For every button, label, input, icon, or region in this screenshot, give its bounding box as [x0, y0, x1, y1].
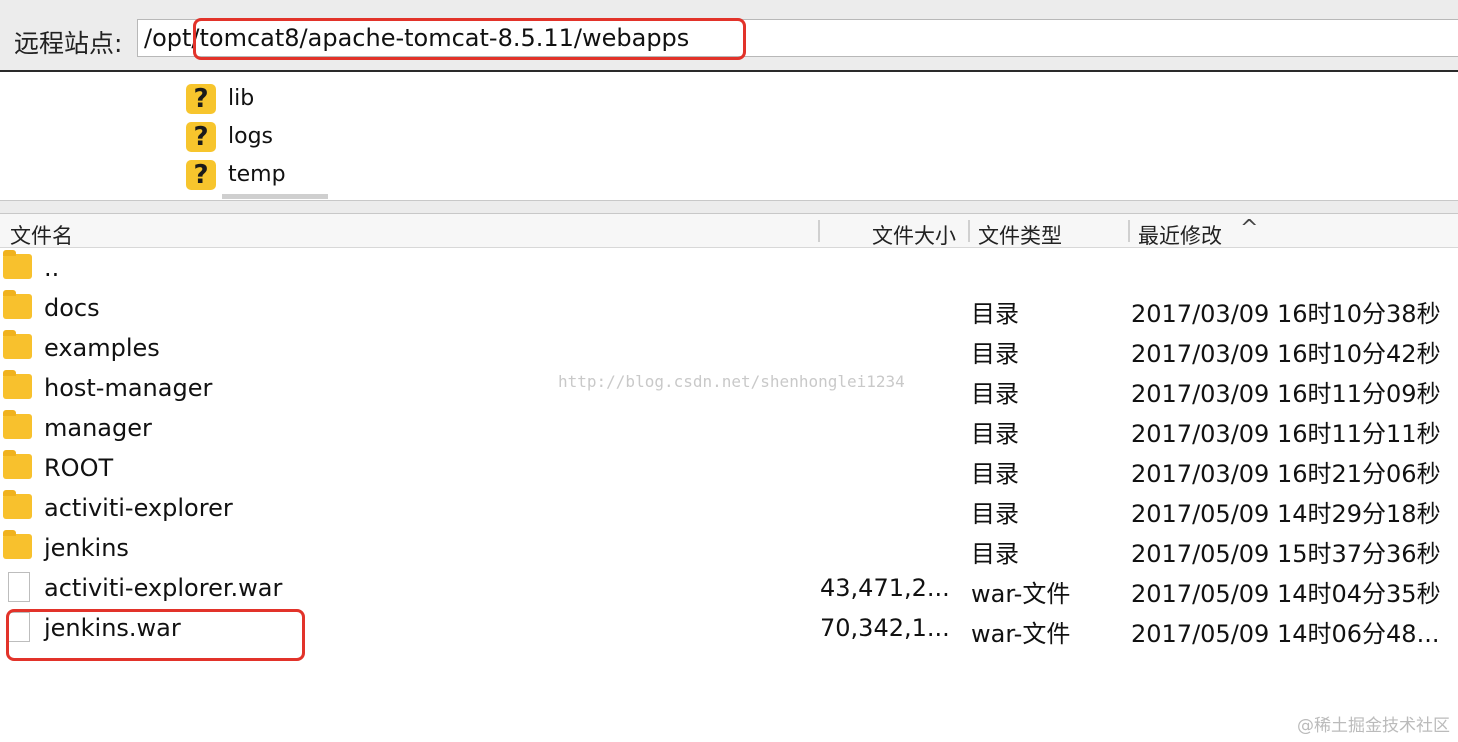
column-separator[interactable]: [1128, 220, 1130, 242]
file-name: host-manager: [44, 374, 213, 402]
path-highlight-box: [193, 18, 746, 60]
tree-item-label: temp: [228, 162, 286, 187]
file-type: 目录: [971, 420, 1019, 448]
file-name: docs: [44, 294, 100, 322]
file-row[interactable]: jenkins 目录 2017/05/09 15时37分36秒: [0, 528, 1458, 568]
folder-icon: [3, 290, 32, 319]
folder-icon: [3, 250, 32, 279]
column-header-modified[interactable]: 最近修改: [1138, 220, 1222, 250]
pane-splitter[interactable]: [0, 200, 1458, 214]
file-name: activiti-explorer: [44, 494, 233, 522]
file-type: 目录: [971, 340, 1019, 368]
column-header-size[interactable]: 文件大小: [872, 220, 956, 250]
file-modified: 2017/03/09 16时11分09秒: [1131, 380, 1441, 408]
file-type: 目录: [971, 500, 1019, 528]
folder-icon: [3, 330, 32, 359]
file-name: manager: [44, 414, 152, 442]
folder-icon: [3, 490, 32, 519]
file-size: 70,342,1...: [820, 614, 950, 642]
file-type: 目录: [971, 540, 1019, 568]
column-separator[interactable]: [968, 220, 970, 242]
file-row[interactable]: activiti-explorer 目录 2017/05/09 14时29分18…: [0, 488, 1458, 528]
tree-item-label: lib: [228, 86, 255, 111]
community-watermark: @稀土掘金技术社区: [1297, 716, 1450, 736]
file-name: jenkins: [44, 534, 129, 562]
column-header-type[interactable]: 文件类型: [978, 220, 1062, 250]
file-row[interactable]: manager 目录 2017/03/09 16时11分11秒: [0, 408, 1458, 448]
unknown-folder-icon: ?: [186, 84, 216, 114]
tree-item-label: logs: [228, 124, 273, 149]
remote-site-label: 远程站点:: [14, 29, 123, 58]
file-list: .. docs 目录 2017/03/09 16时10分38秒 examples…: [0, 248, 1458, 742]
column-separator[interactable]: [818, 220, 820, 242]
file-modified: 2017/03/09 16时10分42秒: [1131, 340, 1441, 368]
file-row[interactable]: docs 目录 2017/03/09 16时10分38秒: [0, 288, 1458, 328]
folder-icon: [3, 530, 32, 559]
file-type: 目录: [971, 460, 1019, 488]
folder-icon: [3, 410, 32, 439]
file-modified: 2017/05/09 15时37分36秒: [1131, 540, 1441, 568]
file-type: 目录: [971, 380, 1019, 408]
folder-icon: [3, 450, 32, 479]
file-row[interactable]: activiti-explorer.war 43,471,2... war-文件…: [0, 568, 1458, 608]
unknown-folder-icon: ?: [186, 122, 216, 152]
folder-icon: [3, 370, 32, 399]
jenkins-war-highlight-box: [6, 609, 305, 661]
file-modified: 2017/05/09 14时06分48...: [1131, 620, 1440, 648]
file-modified: 2017/03/09 16时21分06秒: [1131, 460, 1441, 488]
file-list-header: 文件名 文件大小 文件类型 最近修改 ^: [0, 214, 1458, 248]
file-type: war-文件: [971, 620, 1071, 648]
file-name: ..: [44, 254, 60, 282]
file-modified: 2017/05/09 14时29分18秒: [1131, 500, 1441, 528]
unknown-folder-icon: ?: [186, 160, 216, 190]
file-modified: 2017/03/09 16时11分11秒: [1131, 420, 1441, 448]
file-row[interactable]: ROOT 目录 2017/03/09 16时21分06秒: [0, 448, 1458, 488]
blog-watermark: http://blog.csdn.net/shenhonglei1234: [558, 372, 905, 391]
file-row[interactable]: examples 目录 2017/03/09 16时10分42秒: [0, 328, 1458, 368]
file-type: 目录: [971, 300, 1019, 328]
file-modified: 2017/03/09 16时10分38秒: [1131, 300, 1441, 328]
column-header-name[interactable]: 文件名: [10, 220, 73, 250]
file-name: ROOT: [44, 454, 114, 482]
file-type: war-文件: [971, 580, 1071, 608]
file-name: activiti-explorer.war: [44, 574, 283, 602]
directory-tree: ? lib ? logs ? temp: [0, 72, 1458, 200]
file-icon: [8, 572, 30, 602]
file-row[interactable]: ..: [0, 248, 1458, 288]
sort-ascending-icon[interactable]: ^: [1240, 216, 1258, 241]
file-name: examples: [44, 334, 160, 362]
tree-scrollbar[interactable]: [222, 194, 328, 199]
file-modified: 2017/05/09 14时04分35秒: [1131, 580, 1441, 608]
file-size: 43,471,2...: [820, 574, 950, 602]
